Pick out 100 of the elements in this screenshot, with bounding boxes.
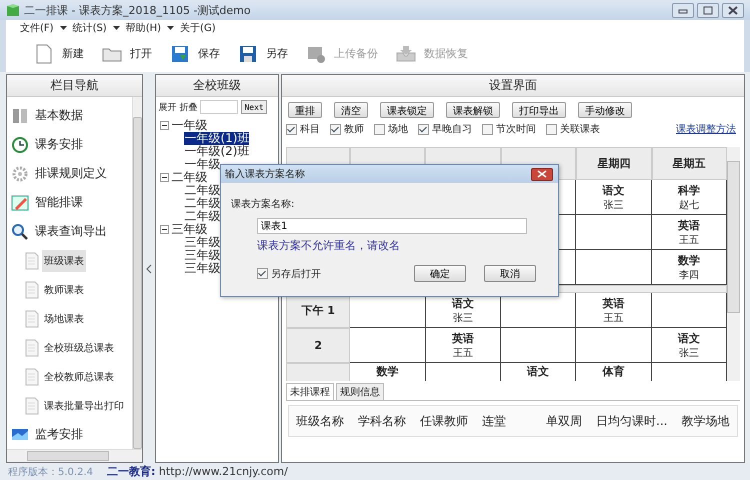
column-header[interactable]: 班级名称 (289, 412, 351, 430)
nav-item[interactable]: 智能排课 (7, 188, 132, 218)
panel-header: 全校班级 (156, 75, 278, 98)
tree-node[interactable]: 一年级(2)班 (184, 145, 250, 158)
dialog-title: 输入课表方案名称 (225, 168, 305, 181)
scrollbar[interactable] (132, 97, 142, 450)
document-icon (25, 396, 39, 415)
day-header: 星期五 (652, 147, 727, 180)
name-field[interactable]: 课表1 (257, 218, 527, 234)
column-header[interactable]: 任课教师 (413, 412, 475, 430)
tree-node[interactable]: 三年级 (184, 236, 220, 250)
column-header[interactable]: 单双周 (539, 412, 589, 430)
toolbar-button[interactable]: 新建 (34, 44, 84, 64)
help-link[interactable]: 课表调整方法 (676, 122, 736, 136)
nav-item[interactable]: 基本数据 (7, 101, 132, 130)
checkbox[interactable] (418, 124, 429, 135)
tree-node[interactable]: 一年级(1)班 (184, 132, 250, 146)
tree-node[interactable]: 三年级 (184, 262, 220, 276)
close-button[interactable] (722, 2, 744, 18)
checkbox[interactable] (546, 124, 557, 135)
dialog-button[interactable]: 取消 (484, 265, 536, 282)
tree-node[interactable]: 二年级 (184, 197, 220, 210)
collapse-all-button[interactable]: 折叠 (179, 100, 198, 114)
nav-subitem[interactable]: 教师课表 (42, 278, 86, 301)
action-button[interactable]: 重排 (288, 102, 322, 118)
timetable-cell[interactable] (576, 215, 652, 250)
action-button[interactable]: 打印导出 (512, 102, 566, 118)
timetable-cell[interactable] (501, 328, 576, 364)
subject-text: 语文 (452, 296, 474, 311)
timetable-cell[interactable]: 数学 (350, 363, 426, 382)
collapse-icon[interactable] (160, 225, 170, 234)
tree-node[interactable]: 一年级 (184, 158, 220, 172)
action-button[interactable]: 清空 (334, 102, 368, 118)
expand-all-button[interactable]: 展开 (158, 100, 176, 114)
tab[interactable]: 未排课程 (286, 383, 334, 400)
teacher-text: 王五 (604, 312, 624, 325)
nav-subitem[interactable]: 场地课表 (42, 308, 86, 330)
scrollbar[interactable] (7, 449, 142, 462)
checkbox[interactable] (374, 124, 385, 135)
toolbar-button[interactable]: 另存 (238, 44, 288, 64)
menu-item[interactable]: 关于(G) (180, 20, 216, 35)
column-header[interactable]: 学科名称 (351, 412, 413, 430)
period-header: 2 (286, 328, 350, 364)
search-field[interactable] (200, 100, 238, 114)
tree-node[interactable]: 一年级 (171, 119, 208, 132)
timetable-cell[interactable]: 体育 (576, 363, 652, 382)
teacher-text: 赵七 (678, 198, 699, 212)
minimize-button[interactable] (672, 2, 694, 18)
nav-item[interactable]: 课务安排 (7, 130, 132, 160)
menu-item[interactable]: 统计(S) (72, 20, 107, 35)
tree-node[interactable]: 三年级 (184, 249, 220, 262)
panel-header: 设置界面 (282, 75, 744, 98)
checkbox-label: 节次时间 (496, 122, 536, 136)
subject-text: 科学 (678, 182, 700, 198)
timetable-cell[interactable]: 英语 王五 (426, 328, 502, 364)
toolbar-button[interactable]: 打开 (102, 44, 152, 64)
timetable-cell[interactable]: 语文 (501, 363, 576, 382)
nav-subitem[interactable]: 课表批量导出打印 (42, 394, 126, 417)
menu-item[interactable]: 帮助(H) (126, 20, 162, 35)
tree-node[interactable]: 二年级 (171, 171, 208, 184)
collapse-icon[interactable] (160, 121, 170, 130)
collapse-icon[interactable] (160, 173, 170, 182)
close-button[interactable] (531, 168, 553, 180)
subject-text: 英语 (452, 330, 474, 346)
action-button[interactable]: 课表锁定 (380, 102, 434, 118)
scrollbar[interactable] (727, 147, 740, 382)
dialog-button[interactable]: 确定 (414, 265, 466, 282)
checkbox[interactable] (482, 124, 493, 135)
column-header[interactable]: 日均匀课时... (589, 412, 674, 430)
checkbox-label: 教师 (344, 123, 364, 136)
checkbox[interactable] (286, 124, 297, 135)
nav-item[interactable]: 排课规则定义 (7, 159, 132, 188)
menu-item[interactable]: 文件(F) (20, 20, 54, 35)
maximize-button[interactable] (697, 2, 719, 18)
column-header[interactable]: 教学场地 (674, 412, 736, 430)
nav-subitem[interactable]: 班级课表 (42, 250, 86, 272)
day-header: 星期四 (576, 147, 652, 180)
timetable-cell[interactable]: 英语 王五 (576, 293, 652, 328)
action-button[interactable]: 手动修改 (578, 102, 632, 118)
document-icon (25, 280, 39, 299)
period-header (286, 363, 350, 382)
action-button[interactable]: 课表解锁 (446, 102, 500, 118)
tree-node[interactable]: 二年级 (184, 184, 220, 198)
checkbox[interactable] (257, 268, 268, 279)
timetable-cell[interactable]: 语文 张三 (576, 180, 652, 216)
nav-item[interactable]: 课表查询导出 (7, 217, 132, 246)
nav-subitem[interactable]: 全校教师总课表 (42, 366, 116, 388)
toolbar-button[interactable]: 保存 (170, 44, 220, 64)
tree-node[interactable]: 三年级 (171, 223, 208, 236)
timetable-cell[interactable] (350, 328, 426, 364)
next-button[interactable]: Next (241, 100, 267, 114)
timetable-cell[interactable] (576, 328, 652, 364)
tree-node[interactable]: 二年级 (184, 210, 220, 224)
checkbox[interactable] (330, 124, 341, 135)
subject-text: 语文 (527, 364, 550, 380)
tab[interactable]: 规则信息 (336, 383, 384, 400)
nav-subitem[interactable]: 全校班级总课表 (42, 336, 116, 359)
column-header[interactable]: 连堂 (475, 412, 539, 430)
website-text: 二一教育: http://www.21cnjy.com/ (107, 464, 288, 480)
nav-item[interactable]: 监考安排 (7, 420, 132, 450)
